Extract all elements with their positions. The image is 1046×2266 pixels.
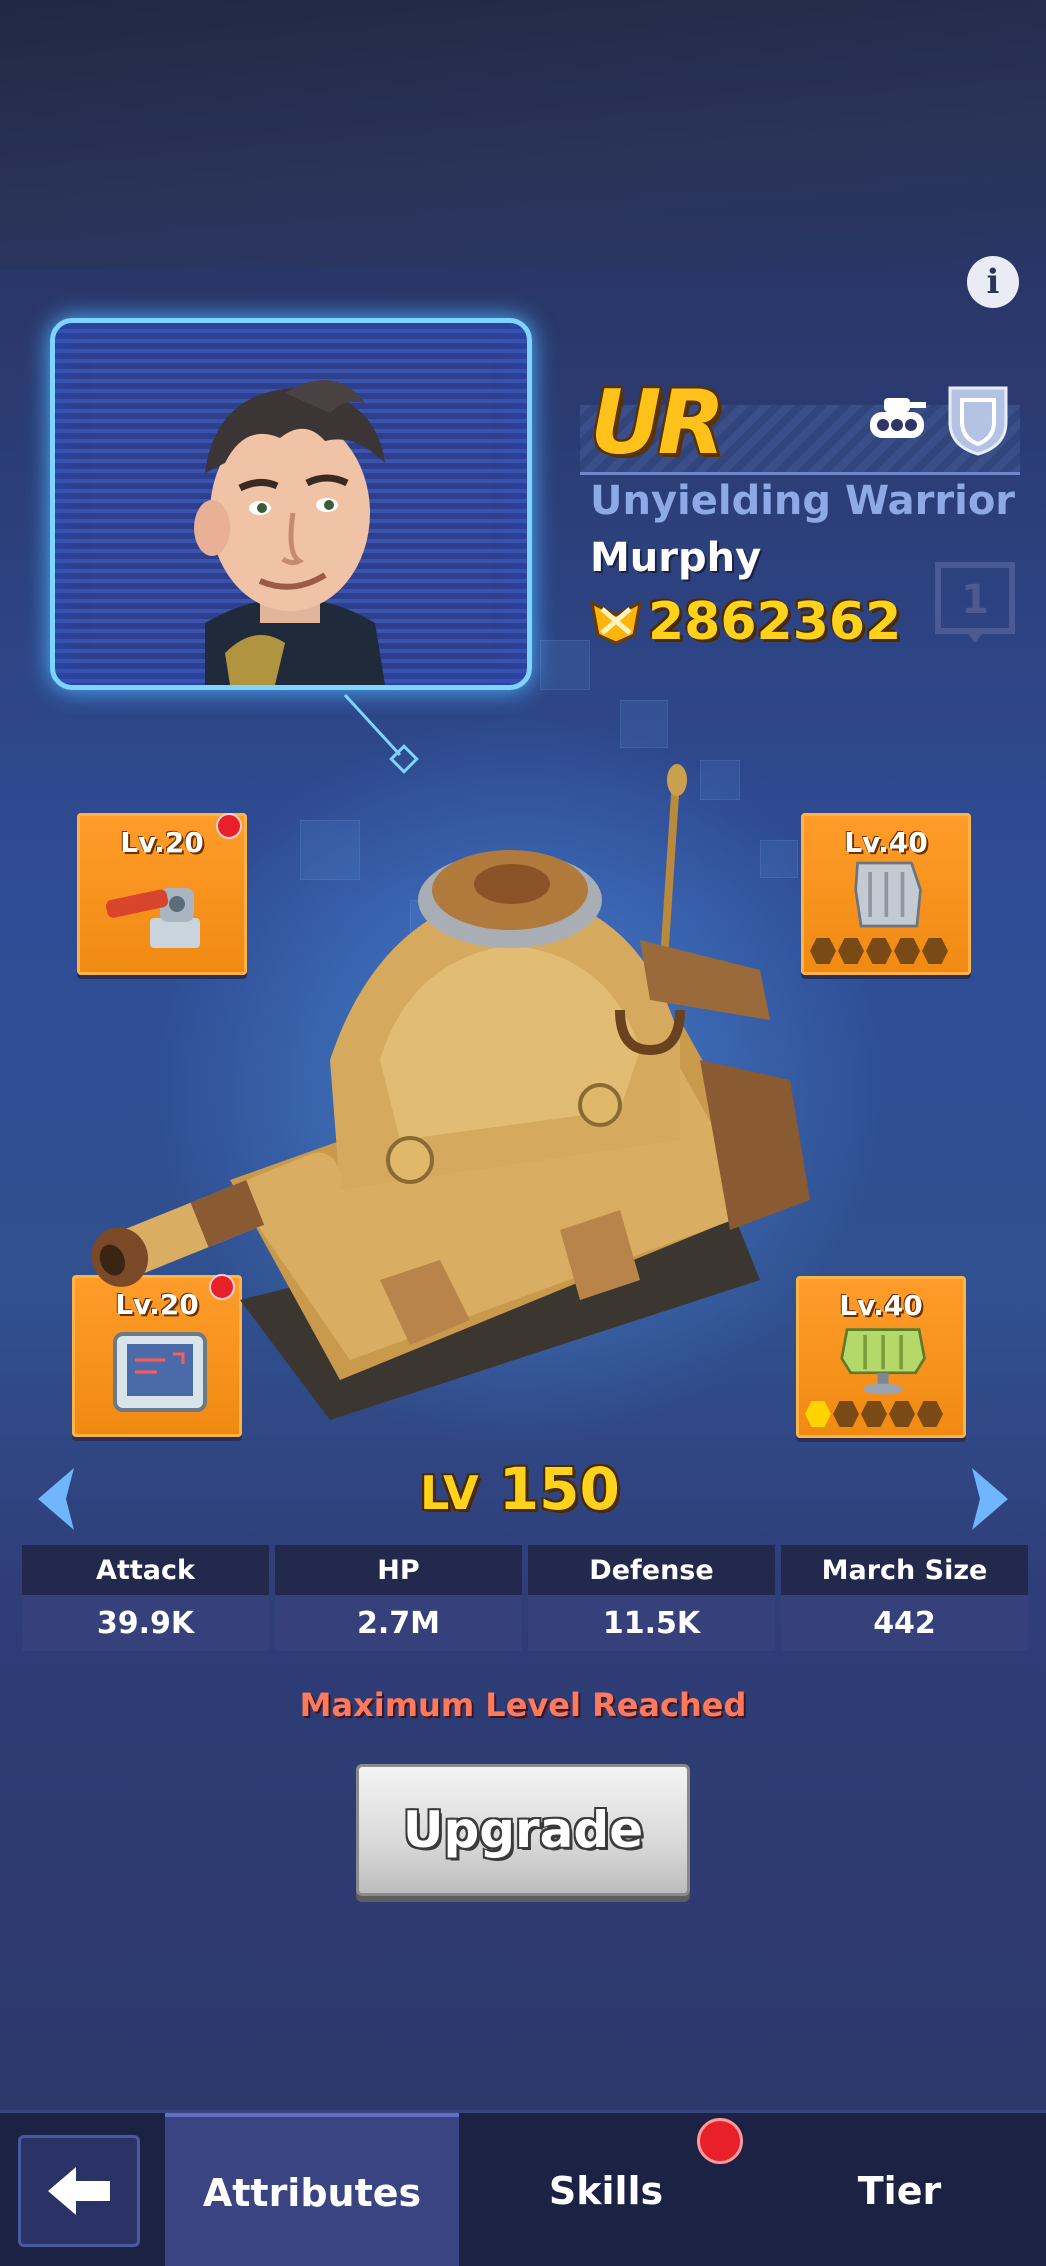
- star-empty-icon: [838, 938, 864, 964]
- star-empty-icon: [866, 938, 892, 964]
- stat-hp: HP 2.7M: [275, 1545, 522, 1651]
- background-deco: [540, 640, 590, 690]
- header-band: [0, 0, 1046, 270]
- tank-type-icon: [870, 398, 926, 438]
- star-empty-icon: [861, 1401, 887, 1427]
- level-value: 150: [498, 1455, 620, 1523]
- back-button[interactable]: [18, 2135, 140, 2247]
- next-arrow-icon[interactable]: [966, 1464, 1016, 1534]
- stat-attack: Attack 39.9K: [22, 1545, 269, 1651]
- bottom-tab-bar: Attributes Skills Tier: [0, 2110, 1046, 2266]
- background-deco: [620, 700, 668, 748]
- svg-text:1: 1: [961, 577, 989, 623]
- tank-model: [91, 764, 810, 1420]
- skills-alert-dot: [697, 2118, 743, 2164]
- stat-label: Defense: [528, 1545, 775, 1595]
- hero-name: Murphy: [590, 535, 762, 581]
- stat-label: Attack: [22, 1545, 269, 1595]
- copy-count-icon[interactable]: 1: [930, 555, 1020, 645]
- info-icon[interactable]: i: [967, 256, 1019, 308]
- hero-screen: i UR Unyielding Warrior Murphy 2862362 1…: [0, 0, 1046, 2266]
- tab-tier[interactable]: Tier: [753, 2113, 1046, 2266]
- power-value: 2862362: [648, 592, 902, 652]
- stat-value: 11.5K: [528, 1595, 775, 1651]
- stat-value: 39.9K: [22, 1595, 269, 1651]
- stat-defense: Defense 11.5K: [528, 1545, 775, 1651]
- rarity-badge: UR: [590, 371, 725, 474]
- max-level-message: Maximum Level Reached: [299, 1686, 747, 1724]
- star-empty-icon: [922, 938, 948, 964]
- star-empty-icon: [894, 938, 920, 964]
- hero-portrait-image: [194, 380, 385, 685]
- star-empty-icon: [889, 1401, 915, 1427]
- tab-attributes[interactable]: Attributes: [165, 2113, 459, 2266]
- armor-plate-icon: [854, 861, 922, 928]
- level-prefix: LV: [420, 1466, 479, 1520]
- stats-table: Attack 39.9K HP 2.7M Defense 11.5K March…: [22, 1545, 1028, 1651]
- stat-march-size: March Size 442: [781, 1545, 1028, 1651]
- stat-label: March Size: [781, 1545, 1028, 1595]
- previous-arrow-icon[interactable]: [30, 1464, 80, 1534]
- stat-value: 442: [781, 1595, 1028, 1651]
- star-empty-icon: [917, 1401, 943, 1427]
- power-icon: [589, 600, 643, 645]
- shield-icon: [948, 386, 1008, 456]
- hero-portrait[interactable]: [50, 318, 532, 690]
- hero-epithet: Unyielding Warrior: [590, 478, 1016, 524]
- back-arrow-icon: [48, 2167, 110, 2215]
- unit-level: LV 150: [420, 1455, 640, 1525]
- upgrade-button[interactable]: Upgrade: [356, 1764, 690, 1896]
- stat-value: 2.7M: [275, 1595, 522, 1651]
- stat-label: HP: [275, 1545, 522, 1595]
